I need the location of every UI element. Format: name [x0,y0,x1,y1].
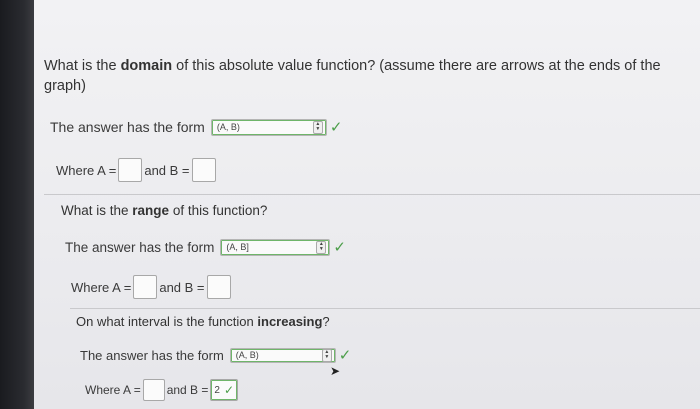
question-3-form-select[interactable]: (A, B) ▲ ▼ [229,347,336,363]
question-3-b-label: and B = [166,383,209,397]
question-2-form-label: The answer has the form [65,239,215,255]
question-2-a-label: Where A = [71,279,132,295]
question-3-keyword: increasing [257,314,323,329]
question-1-a-input[interactable] [118,158,143,182]
question-2-text: What is the range of this function? [61,203,268,218]
question-1-a-label: Where A = [56,162,117,178]
question-2-keyword: range [132,203,170,218]
monitor-bezel [0,0,34,409]
question-1-b-label: and B = [144,162,190,178]
question-1-b-input[interactable] [191,158,216,182]
question-1-form-label: The answer has the form [50,119,205,135]
up-down-arrows-icon: ▲ ▼ [312,120,323,134]
check-icon: ✓ [223,383,235,397]
question-3-form-row: The answer has the form (A, B) ▲ ▼ ✓ [80,346,351,364]
mouse-cursor-icon: ➤ [330,364,341,378]
question-1-form-row: The answer has the form (A, B) ▲ ▼ ✓ [50,118,342,136]
check-icon: ✓ [329,118,343,136]
question-3-values-row: Where A = and B = 2 ✓ [85,379,240,401]
question-2-values-row: Where A = and B = [71,275,233,299]
question-1-keyword: domain [120,58,173,74]
question-2-a-input[interactable] [133,275,158,299]
question-page: What is the domain of this absolute valu… [34,0,700,409]
question-2-b-label: and B = [159,279,205,295]
divider [70,308,700,309]
question-2-form-row: The answer has the form (A, B] ▲ ▼ ✓ [65,238,346,256]
check-icon: ✓ [333,238,346,256]
check-icon: ✓ [338,346,352,364]
question-2-b-input[interactable] [206,275,231,299]
divider [44,194,700,195]
question-1-values-row: Where A = and B = [56,158,218,182]
question-1-form-select[interactable]: (A, B) ▲ ▼ [210,118,327,136]
question-3-b-input[interactable]: 2 ✓ [210,379,239,401]
question-3-a-label: Where A = [85,383,141,397]
question-1-text: What is the domain of this absolute valu… [44,58,661,94]
question-3-text: On what interval is the function increas… [76,314,330,329]
up-down-arrows-icon: ▲ ▼ [321,348,332,362]
question-2-form-select[interactable]: (A, B] ▲ ▼ [220,238,331,256]
question-3-a-input[interactable] [142,379,165,401]
question-3-form-label: The answer has the form [80,347,224,363]
up-down-arrows-icon: ▲ ▼ [316,240,327,254]
